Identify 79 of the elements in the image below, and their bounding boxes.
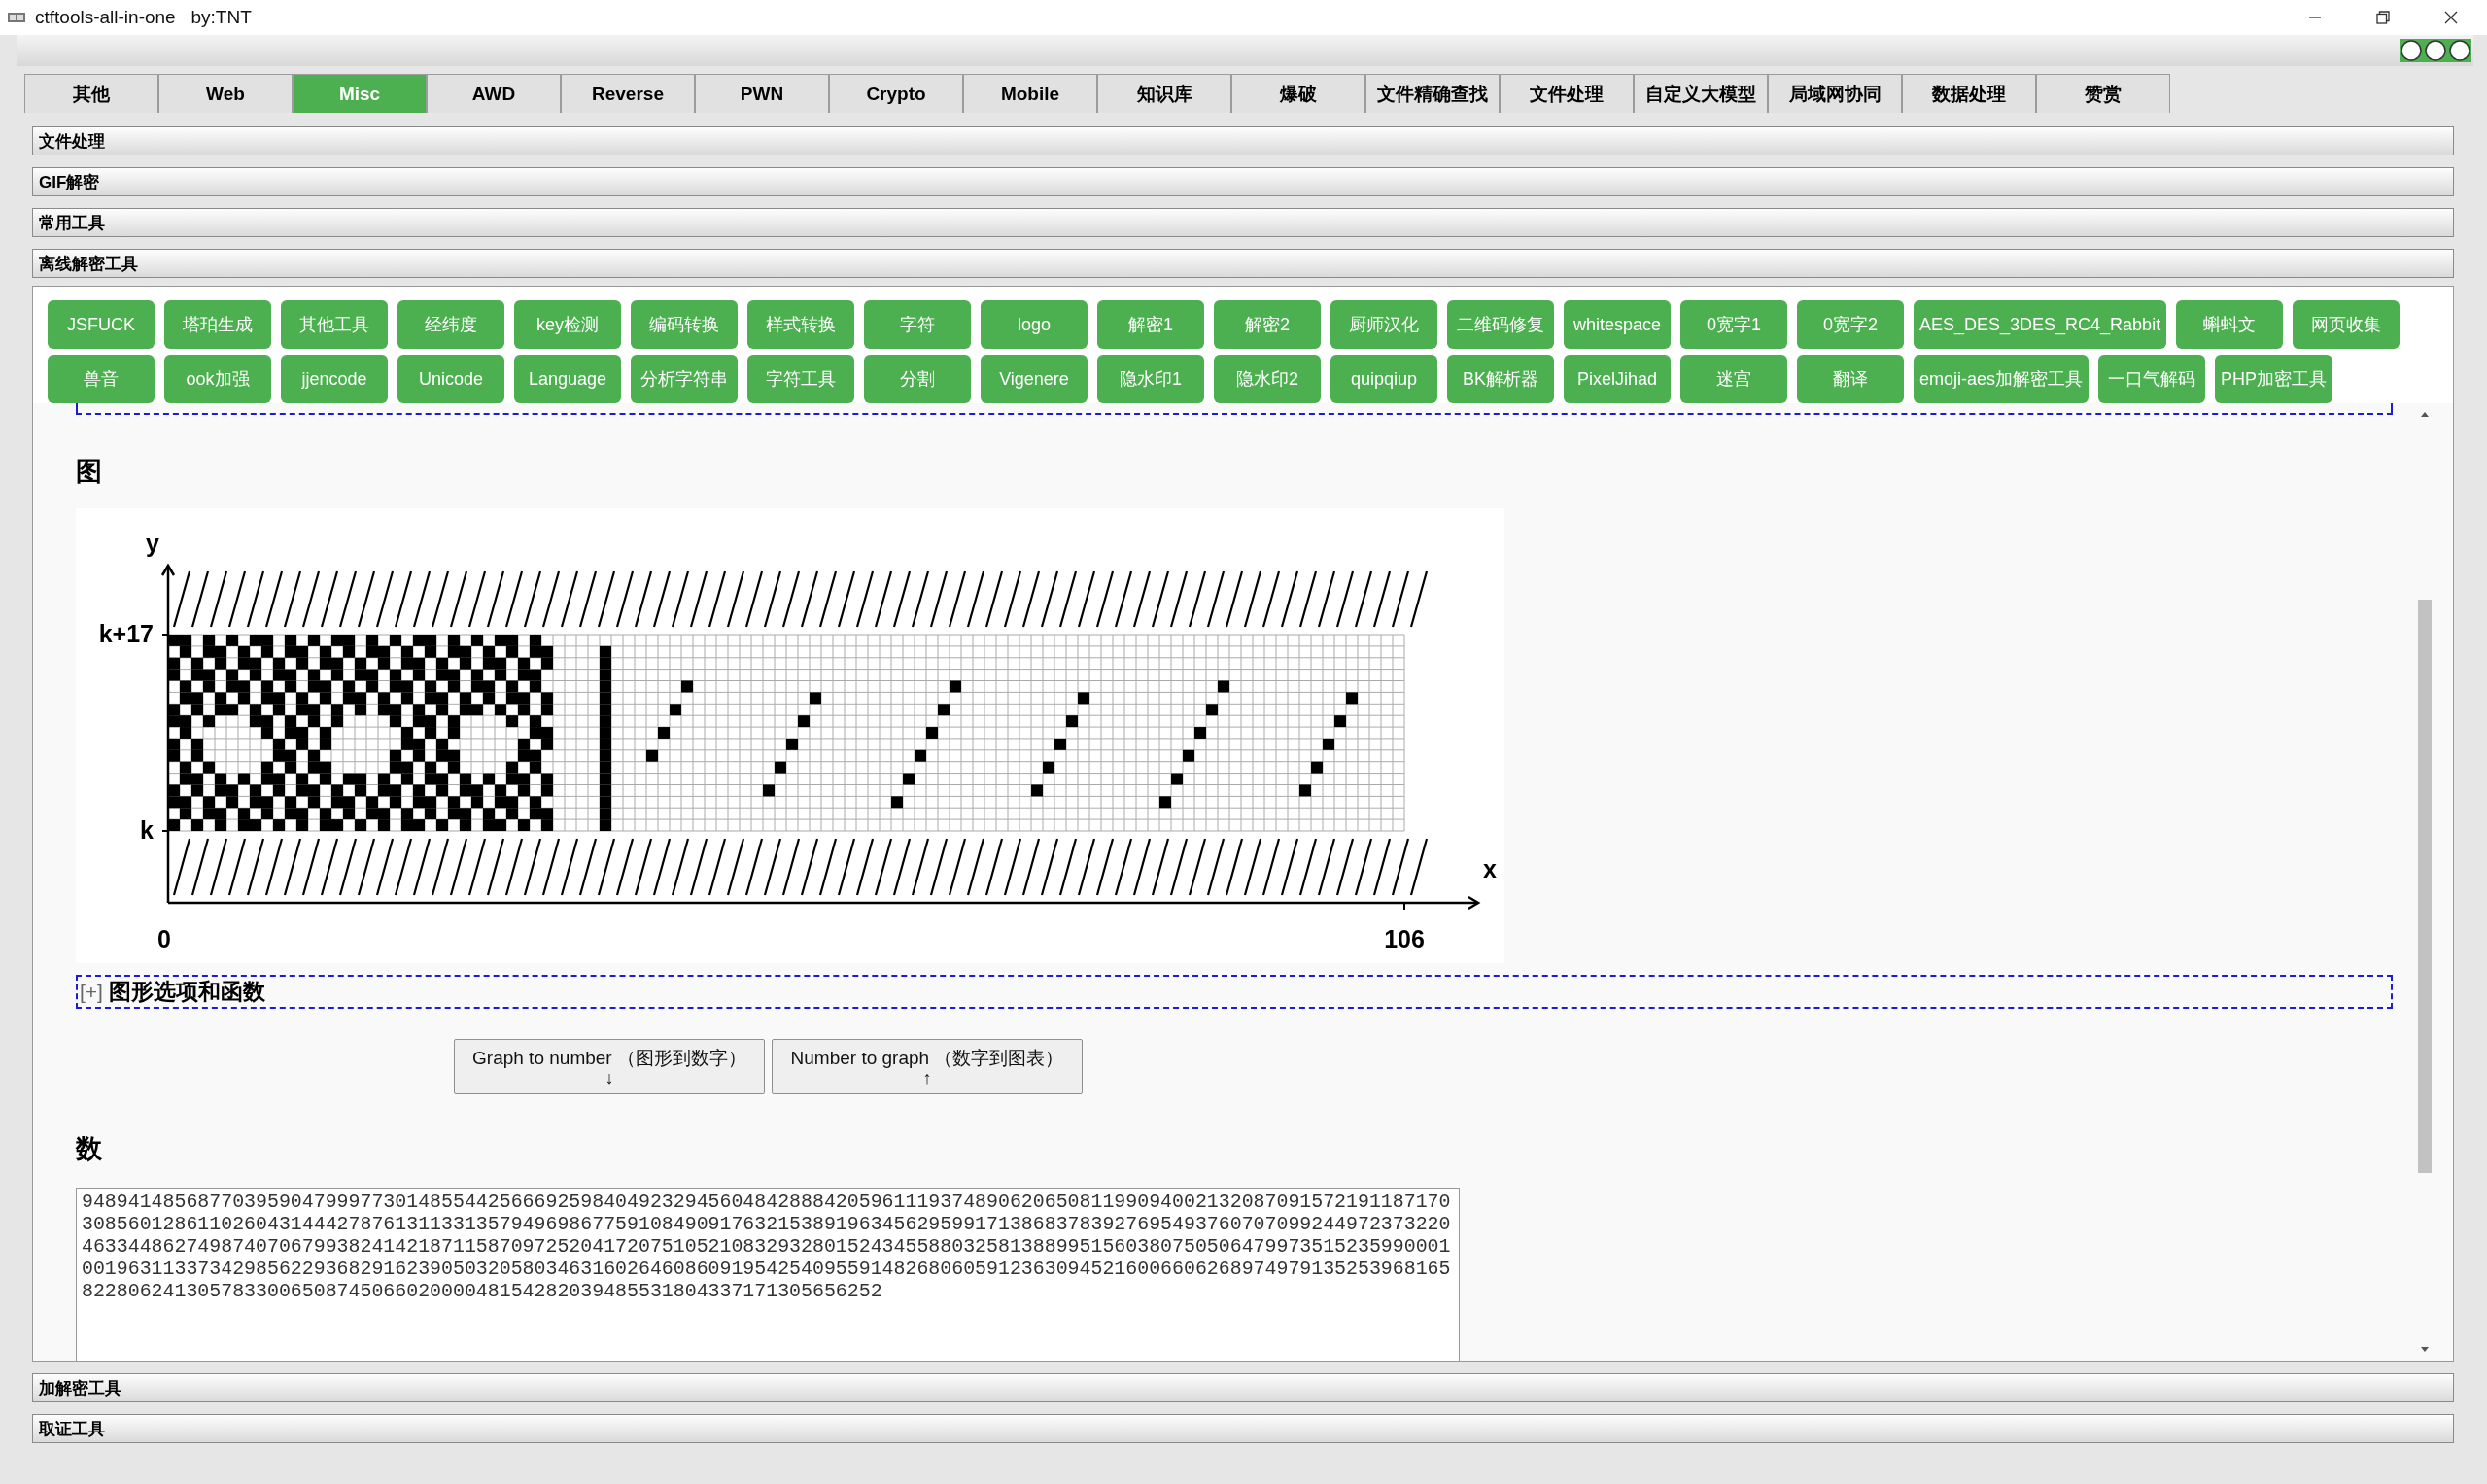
tool-button[interactable]: emoji-aes加解密工具 xyxy=(1914,355,2090,403)
options-section[interactable]: [+] 图形选项和函数 xyxy=(76,975,2393,1009)
tool-button[interactable]: 字符 xyxy=(864,300,971,349)
tool-button[interactable]: quipqiup xyxy=(1330,355,1437,403)
tool-button[interactable]: 分割 xyxy=(864,355,971,403)
tab[interactable]: Mobile xyxy=(963,74,1097,113)
tab[interactable]: 赞赏 xyxy=(2036,74,2170,113)
section-heading: 数 xyxy=(76,1132,103,1165)
tab[interactable]: 知识库 xyxy=(1097,74,1231,113)
axis-label: x xyxy=(1483,855,1497,882)
tool-button[interactable]: 蝌蚪文 xyxy=(2176,300,2284,349)
tool-button[interactable]: 兽音 xyxy=(48,355,155,403)
tool-button[interactable]: 解密2 xyxy=(1214,300,1321,349)
section-header[interactable]: 取证工具 xyxy=(32,1414,2454,1443)
section-heading: 图 xyxy=(76,455,103,488)
tool-button[interactable]: 0宽字2 xyxy=(1797,300,1904,349)
tool-button[interactable]: 编码转换 xyxy=(631,300,738,349)
tab[interactable]: 数据处理 xyxy=(1902,74,2036,113)
convert-button[interactable]: Graph to number （图形到数字） ↓ xyxy=(454,1039,765,1094)
tool-button[interactable]: 解密1 xyxy=(1097,300,1204,349)
tool-button[interactable]: AES_DES_3DES_RC4_Rabbit xyxy=(1914,300,2167,349)
tool-button[interactable]: 翻译 xyxy=(1797,355,1904,403)
window-title: ctftools-all-in-one by:TNT xyxy=(35,7,252,28)
expand-toggle[interactable]: [+] xyxy=(80,980,103,1004)
tool-button[interactable]: 迷宫 xyxy=(1680,355,1787,403)
tool-button[interactable]: 二维码修复 xyxy=(1447,300,1554,349)
tool-button[interactable]: 其他工具 xyxy=(281,300,388,349)
tab[interactable]: Web xyxy=(158,74,293,113)
close-icon[interactable] xyxy=(2444,11,2458,24)
tick-label: k xyxy=(140,816,154,844)
tool-button[interactable]: PHP加密工具 xyxy=(2215,355,2333,403)
tool-button[interactable]: Vigenere xyxy=(981,355,1088,403)
tool-button[interactable]: 分析字符串 xyxy=(631,355,738,403)
tool-button[interactable]: key检测 xyxy=(514,300,621,349)
number-field[interactable]: 9489414856877039590479997730148554425666925984049232945604842888420596111937489062065081199094002132087091572191187170308560128611026043144427876131133135794969867759108490917632153891963456295991713868378392769549376070709924497237322046334486274987407067993824142187115870972520417207510521083293280152434558803258138899515603807505064799735152359900010019631133734298562293682916239050320580346316026460860919542540955914826806059123630945216006606268974979135253968165822806241305783300650874506602000048154282039485531804337171305656252 xyxy=(76,1188,1460,1361)
tool-button[interactable]: 塔珀生成 xyxy=(164,300,271,349)
tab[interactable]: 其他 xyxy=(24,74,158,113)
tool-button[interactable]: 一口气解码 xyxy=(2098,355,2206,403)
tab[interactable]: 文件处理 xyxy=(1500,74,1634,113)
tab[interactable]: 局域网协同 xyxy=(1768,74,1902,113)
tab[interactable]: AWD xyxy=(427,74,561,113)
tool-button[interactable]: 字符工具 xyxy=(747,355,854,403)
app-icon xyxy=(8,11,25,24)
tool-button[interactable]: ook加强 xyxy=(164,355,271,403)
tool-button[interactable]: jjencode xyxy=(281,355,388,403)
tab[interactable]: Crypto xyxy=(829,74,963,113)
tick-label: 0 xyxy=(157,925,171,952)
section-header[interactable]: GIF解密 xyxy=(32,167,2454,196)
tool-button[interactable]: 隐水印1 xyxy=(1097,355,1204,403)
tab[interactable]: 爆破 xyxy=(1231,74,1365,113)
axis-label: y xyxy=(146,530,159,557)
tab[interactable]: Reverse xyxy=(561,74,695,113)
convert-button[interactable]: Number to graph （数字到图表） ↑ xyxy=(772,1039,1083,1094)
tool-button[interactable]: Language xyxy=(514,355,621,403)
tool-button[interactable]: PixelJihad xyxy=(1564,355,1671,403)
tab[interactable]: PWN xyxy=(695,74,829,113)
tab[interactable]: Misc xyxy=(293,74,427,113)
section-title: 图形选项和函数 xyxy=(108,978,265,1006)
circles-icon[interactable] xyxy=(2400,39,2471,62)
tool-button[interactable]: JSFUCK xyxy=(48,300,155,349)
tool-button[interactable]: 网页收集 xyxy=(2293,300,2401,349)
tab[interactable]: 文件精确查找 xyxy=(1365,74,1500,113)
tick-label: k+17 xyxy=(98,620,154,647)
tool-button[interactable]: logo xyxy=(981,300,1088,349)
section-header[interactable]: 文件处理 xyxy=(32,126,2454,155)
tool-button[interactable]: 样式转换 xyxy=(747,300,854,349)
section-header[interactable]: 加解密工具 xyxy=(32,1373,2454,1402)
tool-button[interactable]: 厨师汉化 xyxy=(1330,300,1437,349)
tick-label: 106 xyxy=(1384,925,1425,952)
tool-button[interactable]: Unicode xyxy=(397,355,504,403)
section-header[interactable]: 离线解密工具 xyxy=(32,249,2454,278)
section-header[interactable]: 常用工具 xyxy=(32,208,2454,237)
restore-icon[interactable] xyxy=(2376,11,2390,24)
tool-button[interactable]: whitespace xyxy=(1564,300,1671,349)
tool-button[interactable]: BK解析器 xyxy=(1447,355,1554,403)
tool-button[interactable]: 隐水印2 xyxy=(1214,355,1321,403)
tool-button[interactable]: 0宽字1 xyxy=(1680,300,1787,349)
tab[interactable]: 自定义大模型 xyxy=(1634,74,1768,113)
tool-button[interactable]: 经纬度 xyxy=(397,300,504,349)
